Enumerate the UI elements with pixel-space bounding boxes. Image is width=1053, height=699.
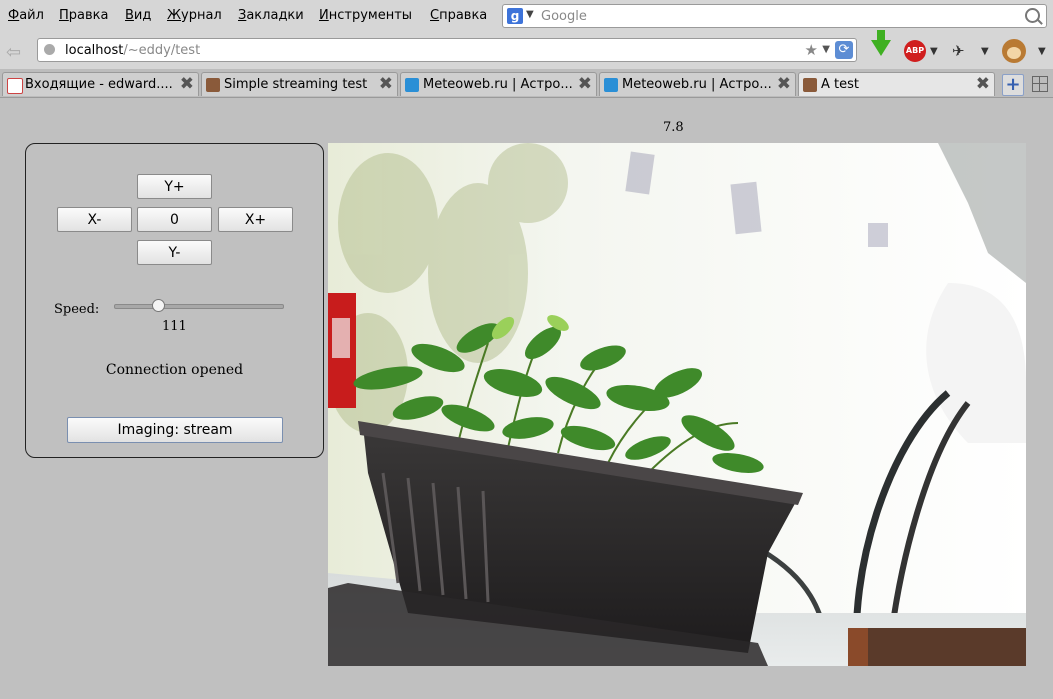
gmail-icon xyxy=(7,78,23,94)
bookmark-star-icon[interactable]: ★ xyxy=(805,41,818,59)
menu-bookmarks[interactable]: Закладки xyxy=(238,8,304,23)
tab-a-test[interactable]: A test ✖ xyxy=(798,72,995,96)
download-icon[interactable] xyxy=(871,30,891,56)
close-icon[interactable]: ✖ xyxy=(379,74,393,94)
chevron-down-icon[interactable]: ▼ xyxy=(930,46,938,57)
tab-meteoweb-1[interactable]: Meteoweb.ru | Астро... ✖ xyxy=(400,72,597,96)
menu-bar: Файл Правка Вид Журнал Закладки Инструме… xyxy=(0,0,1053,33)
site-identity-icon[interactable] xyxy=(44,44,55,55)
tab-label: Meteoweb.ru | Астро... xyxy=(423,77,572,92)
chevron-down-icon[interactable]: ▼ xyxy=(822,44,830,55)
speed-value: 111 xyxy=(162,319,187,334)
menu-edit[interactable]: Правка xyxy=(59,8,108,23)
new-tab-icon[interactable]: + xyxy=(1002,74,1024,96)
search-icon[interactable] xyxy=(1025,8,1040,23)
url-path: /~eddy/test xyxy=(123,43,201,58)
close-icon[interactable]: ✖ xyxy=(578,74,592,94)
y-minus-button[interactable]: Y- xyxy=(137,240,212,265)
close-icon[interactable]: ✖ xyxy=(976,74,990,94)
x-minus-button[interactable]: X- xyxy=(57,207,132,232)
chevron-down-icon[interactable]: ▼ xyxy=(981,46,989,57)
imaging-button[interactable]: Imaging: stream xyxy=(67,417,283,443)
adblock-icon[interactable]: ABP xyxy=(904,40,926,62)
tab-label: Meteoweb.ru | Астро... xyxy=(622,77,771,92)
url-bar[interactable]: localhost/~eddy/test ★ ▼ ⟳ xyxy=(37,38,857,62)
camera-stream-image xyxy=(328,143,1026,666)
tab-label: Входящие - edward.... xyxy=(25,77,173,92)
menu-tools[interactable]: Инструменты xyxy=(319,8,412,23)
menu-file[interactable]: Файл xyxy=(8,8,44,23)
y-plus-button[interactable]: Y+ xyxy=(137,174,212,199)
tab-inbox[interactable]: Входящие - edward.... ✖ xyxy=(2,72,199,96)
greasemonkey-icon[interactable]: ✈ xyxy=(952,42,965,60)
connection-status: Connection opened xyxy=(105,362,244,378)
tab-bar: Входящие - edward.... ✖ Simple streaming… xyxy=(0,69,1053,98)
menu-history[interactable]: Журнал xyxy=(167,8,222,23)
google-icon[interactable]: g xyxy=(507,8,523,24)
menu-view[interactable]: Вид xyxy=(125,8,151,23)
url-input[interactable]: localhost/~eddy/test xyxy=(65,43,200,58)
tab-label: Simple streaming test xyxy=(224,77,368,92)
meteoweb-icon xyxy=(405,78,419,92)
favicon xyxy=(206,78,220,92)
meteoweb-icon xyxy=(604,78,618,92)
navigation-bar: ⇦ localhost/~eddy/test ★ ▼ ⟳ ABP ▼ ✈ ▼ ▼ xyxy=(0,30,1053,69)
speed-slider[interactable] xyxy=(114,304,284,309)
close-icon[interactable]: ✖ xyxy=(777,74,791,94)
chevron-down-icon[interactable]: ▼ xyxy=(526,9,534,20)
x-plus-button[interactable]: X+ xyxy=(218,207,293,232)
tab-simple-streaming[interactable]: Simple streaming test ✖ xyxy=(201,72,398,96)
speed-label: Speed: xyxy=(54,302,100,317)
search-box[interactable]: g ▼ Google xyxy=(502,4,1047,28)
reload-icon[interactable]: ⟳ xyxy=(835,41,853,59)
favicon xyxy=(803,78,817,92)
menu-help[interactable]: Справка xyxy=(430,8,487,23)
speed-slider-thumb[interactable] xyxy=(151,299,165,312)
all-tabs-icon[interactable] xyxy=(1032,76,1048,92)
top-value: 7.8 xyxy=(663,120,684,135)
back-arrow-icon[interactable]: ⇦ xyxy=(6,42,21,63)
control-panel: Y+ X- 0 X+ Y- Speed: 111 Connection open… xyxy=(25,143,324,458)
monkey-icon[interactable] xyxy=(1002,39,1026,63)
tab-label: A test xyxy=(821,77,859,92)
close-icon[interactable]: ✖ xyxy=(180,74,194,94)
search-input[interactable]: Google xyxy=(541,9,587,24)
url-host: localhost xyxy=(65,43,124,58)
zero-button[interactable]: 0 xyxy=(137,207,212,232)
tab-meteoweb-2[interactable]: Meteoweb.ru | Астро... ✖ xyxy=(599,72,796,96)
chevron-down-icon[interactable]: ▼ xyxy=(1038,46,1046,57)
